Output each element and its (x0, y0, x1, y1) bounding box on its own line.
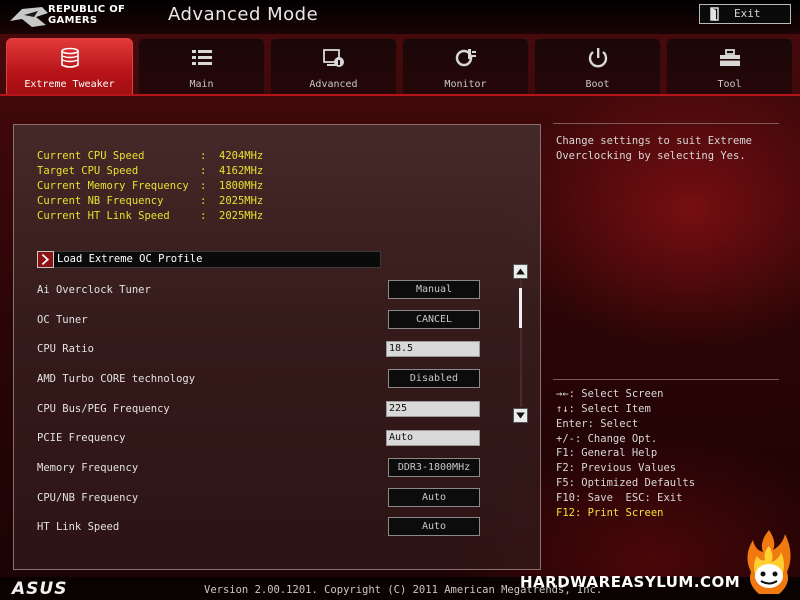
memory-frequency-button[interactable]: DDR3-1800MHz (388, 458, 480, 477)
tab-label: Advanced (309, 79, 358, 90)
ht-link-speed-button[interactable]: Auto (388, 517, 480, 536)
tab-tool[interactable]: Tool (666, 38, 793, 94)
monitor-icon (455, 49, 476, 67)
info-separator: : (200, 150, 207, 162)
key-help-line: F1: General Help (556, 447, 658, 459)
pcie-frequency-input[interactable]: Auto (386, 430, 480, 446)
setting-label: CPU/NB Frequency (37, 492, 139, 504)
info-separator: : (200, 195, 207, 207)
setting-label: Ai Overclock Tuner (37, 284, 151, 296)
key-help-line-print-screen: F12: Print Screen (556, 507, 664, 519)
keys-divider (553, 379, 779, 380)
exit-door-icon (710, 7, 719, 21)
info-value: 2025MHz (219, 195, 264, 207)
info-value: 2025MHz (219, 210, 264, 222)
key-help-line: F5: Optimized Defaults (556, 477, 696, 489)
info-value: 4204MHz (219, 150, 264, 162)
setting-label: AMD Turbo CORE technology (37, 373, 196, 385)
exit-button[interactable]: Exit (699, 4, 791, 24)
setting-label: Memory Frequency (37, 462, 139, 474)
setting-label: OC Tuner (37, 314, 88, 326)
cpu-bus-frequency-input[interactable]: 225 (386, 401, 480, 417)
tab-advanced[interactable]: Advanced (270, 38, 397, 94)
tab-underline (0, 94, 800, 96)
tab-label: Extreme Tweaker (24, 79, 115, 90)
watermark-logo: HARDWAREASYLUM.COM (520, 573, 741, 591)
setting-label: CPU Ratio (37, 343, 94, 355)
tab-label: Boot (585, 79, 610, 90)
info-separator: : (200, 210, 207, 222)
setting-label: CPU Bus/PEG Frequency (37, 403, 170, 415)
tab-label: Tool (717, 79, 742, 90)
tab-boot[interactable]: Boot (534, 38, 661, 94)
key-help-line: Enter: Select (556, 418, 639, 430)
oc-tuner-button[interactable]: CANCEL (388, 310, 480, 329)
info-value: 4162MHz (219, 165, 264, 177)
scroll-up-icon[interactable] (513, 264, 528, 279)
tab-label: Monitor (444, 79, 487, 90)
info-value: 1800MHz (219, 180, 264, 192)
help-divider (553, 123, 779, 124)
cpu-nb-frequency-button[interactable]: Auto (388, 488, 480, 507)
info-label: Current CPU Speed (37, 150, 145, 162)
rog-brand: REPUBLIC OF GAMERS (48, 4, 126, 26)
info-separator: : (200, 180, 207, 192)
key-help-line: ↑↓: Select Item (556, 403, 651, 415)
key-help-line: +/-: Change Opt. (556, 433, 658, 445)
scrollbar-thumb[interactable] (519, 288, 522, 328)
page-title: Advanced Mode (168, 4, 319, 25)
info-label: Current NB Frequency (37, 195, 164, 207)
tab-extreme-tweaker[interactable]: Extreme Tweaker (6, 38, 133, 94)
load-oc-profile-label: Load Extreme OC Profile (57, 253, 203, 265)
key-help-line: →←: Select Screen (556, 388, 664, 400)
advanced-icon (323, 49, 344, 67)
key-help-line: F2: Previous Values (556, 462, 677, 474)
info-label: Current HT Link Speed (37, 210, 170, 222)
tab-main[interactable]: Main (138, 38, 265, 94)
list-icon (192, 50, 212, 65)
chevron-right-icon (37, 251, 54, 268)
ai-overclock-tuner-button[interactable]: Manual (388, 280, 480, 299)
main-tabs: Extreme Tweaker Main Advanced Monitor Bo… (0, 38, 800, 94)
key-help-line: F10: Save ESC: Exit (556, 492, 683, 504)
header-bar: REPUBLIC OF GAMERS Advanced Mode Exit (0, 0, 800, 34)
info-label: Target CPU Speed (37, 165, 139, 177)
setting-label: HT Link Speed (37, 521, 120, 533)
exit-label: Exit (734, 7, 761, 20)
tab-monitor[interactable]: Monitor (402, 38, 529, 94)
asus-logo: ASUS (12, 579, 68, 599)
amd-turbo-core-button[interactable]: Disabled (388, 369, 480, 388)
cpu-ratio-input[interactable]: 18.5 (386, 341, 480, 357)
tab-label: Main (189, 79, 214, 90)
info-separator: : (200, 165, 207, 177)
info-label: Current Memory Frequency (37, 180, 189, 192)
tweaker-icon (61, 47, 79, 68)
flame-mascot-icon (747, 530, 791, 594)
setting-label: PCIE Frequency (37, 432, 126, 444)
power-icon (588, 48, 608, 68)
scroll-down-icon[interactable] (513, 408, 528, 423)
help-description: Change settings to suit Extreme Overcloc… (556, 135, 752, 162)
toolbox-icon (720, 49, 740, 66)
